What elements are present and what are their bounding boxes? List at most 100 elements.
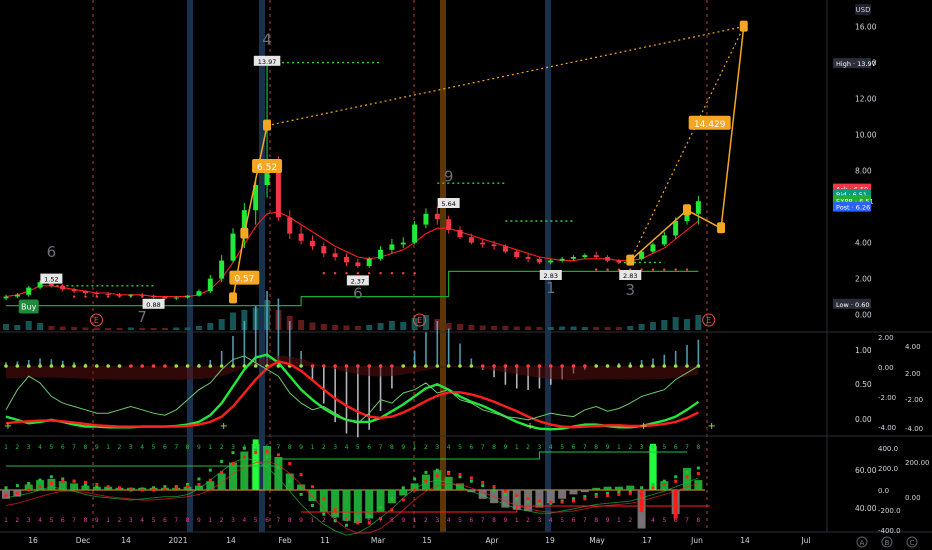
candle-body <box>332 253 338 257</box>
sequential-marker <box>288 479 292 483</box>
candle-body <box>571 257 576 259</box>
zero-line-dot <box>197 364 201 368</box>
candle-body <box>514 251 520 257</box>
zero-line-dot <box>163 364 167 368</box>
count-label-top: 2 <box>15 444 19 451</box>
count-label-top: 6 <box>265 444 269 451</box>
axis-mode-label[interactable]: A <box>860 539 865 547</box>
volume-bar <box>684 319 690 330</box>
count-label-bottom: 4 <box>651 517 655 524</box>
momentum-tick-label: -2.00 <box>878 394 896 402</box>
price-tick-label: 0.00 <box>855 311 872 320</box>
price-tag-label: Post · 6.26 <box>836 204 870 212</box>
count-label-top: 9 <box>197 444 201 451</box>
count-label-top: 7 <box>174 444 178 451</box>
volume-bar <box>400 322 407 330</box>
candle-body <box>468 237 474 243</box>
axis-mode-label[interactable]: C <box>910 539 915 547</box>
count-label-top: 4 <box>447 444 451 451</box>
sequential-marker <box>186 485 190 489</box>
volume-bar <box>93 327 100 330</box>
sequential-marker <box>322 497 326 501</box>
momentum-tick-label: -4.00 <box>878 424 896 432</box>
trading-chart[interactable]: EEE 0.576.5214.429 Buy674691 31.520.8813.… <box>0 0 932 550</box>
count-label-bottom: 1 <box>311 517 315 524</box>
sequential-marker <box>435 474 439 478</box>
sequential-marker <box>140 488 144 492</box>
volume-bar <box>230 312 236 330</box>
sequential-tick-label: 40.00 <box>855 504 877 513</box>
sequential-bar <box>580 490 589 493</box>
zero-line-dot <box>628 364 633 368</box>
zero-line-dot <box>514 364 519 368</box>
sequential-marker <box>640 489 644 493</box>
count-label-top: 1 <box>413 444 417 451</box>
callout-label: 2.37 <box>351 277 365 285</box>
zero-line-dot <box>151 364 156 368</box>
candle-body <box>162 296 168 299</box>
count-label-top: 7 <box>583 444 587 451</box>
sequential-marker <box>72 479 76 483</box>
volume-bar <box>649 322 656 330</box>
zero-line-dot <box>458 364 462 368</box>
sequential-marker <box>231 451 235 455</box>
count-label-top: 2 <box>220 444 224 451</box>
zero-line-dot <box>344 364 349 368</box>
count-label-top: 5 <box>152 444 156 451</box>
sequential-bar <box>501 490 510 508</box>
callout-label: 5.64 <box>441 200 455 208</box>
count-label-bottom: 3 <box>129 517 133 524</box>
volume-bar <box>14 325 21 330</box>
candle-body <box>298 233 304 241</box>
price-tag-label: Low · 0.60 <box>836 301 869 309</box>
volume-bar <box>377 323 384 330</box>
count-label-top: 2 <box>118 444 122 451</box>
sequential-marker <box>469 479 473 483</box>
time-tick-label: 11 <box>320 536 330 545</box>
momentum-tick-label: 4.00 <box>905 343 921 351</box>
sequential-marker <box>345 523 348 527</box>
sequential-marker <box>572 499 575 503</box>
stop-dot <box>368 272 371 275</box>
count-label-bottom: 3 <box>27 517 31 524</box>
count-label-top: 4 <box>549 444 553 451</box>
sequential-marker <box>265 455 269 459</box>
cross-marker: + <box>219 421 227 432</box>
time-tick-label: 14 <box>740 536 750 545</box>
projection-tag: 0.57 <box>234 275 254 285</box>
sequential-marker <box>288 462 292 466</box>
count-label-bottom: 7 <box>583 517 587 524</box>
sequential-marker <box>38 478 42 482</box>
sequential-tick-label: -400.0 <box>878 527 901 535</box>
sequential-tick-label: 0.00 <box>905 494 921 502</box>
count-label-top: 8 <box>492 444 496 451</box>
momentum-tick-label: 2.00 <box>905 370 921 378</box>
count-label-bottom: 2 <box>526 517 530 524</box>
sequential-marker <box>220 459 224 463</box>
candle-body <box>185 295 191 298</box>
time-tick-label: 15 <box>422 536 432 545</box>
projection-node <box>739 20 748 32</box>
earnings-label: E <box>706 316 711 325</box>
projection-node <box>626 254 635 266</box>
count-label-top: 7 <box>379 444 383 451</box>
axis-mode-label[interactable]: B <box>885 539 890 547</box>
buy-signal-label: Buy <box>21 303 37 312</box>
momentum-tick-label: 1.00 <box>855 346 872 355</box>
sequential-tick-label: 400.0 <box>878 445 898 453</box>
count-label-bottom: 7 <box>685 517 689 524</box>
sequential-bar <box>331 490 340 518</box>
zero-line-dot <box>208 364 213 368</box>
session-band <box>440 0 446 532</box>
zero-line-dot <box>356 364 360 368</box>
earnings-label: E <box>94 316 99 325</box>
zero-line-dot <box>685 364 689 368</box>
zero-line-dot <box>333 364 337 368</box>
wave-count-label: 4 <box>262 31 272 49</box>
sequential-marker <box>49 475 53 479</box>
zero-line-dot <box>117 364 122 368</box>
count-label-bottom: 9 <box>95 517 99 524</box>
zero-line-dot <box>503 364 508 368</box>
sequential-marker <box>49 481 53 485</box>
sequential-marker <box>481 480 485 484</box>
